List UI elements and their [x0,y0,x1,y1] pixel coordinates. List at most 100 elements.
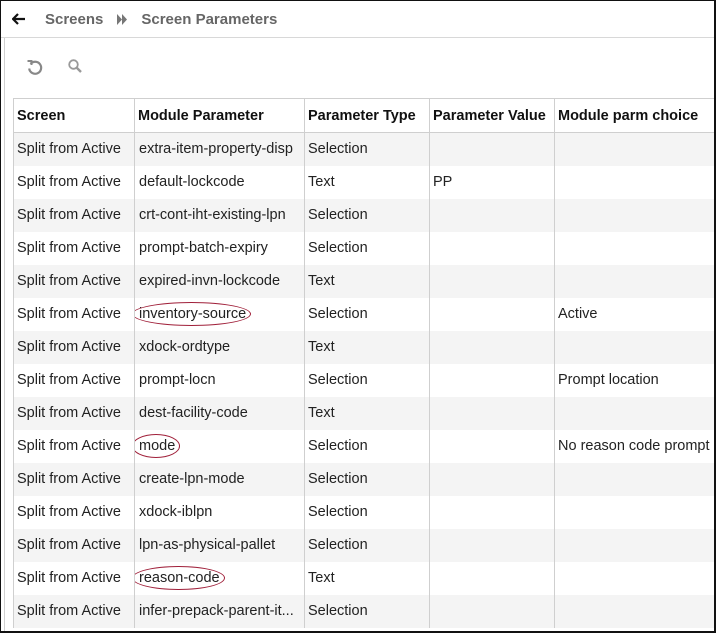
table-row[interactable]: Split from Active xdock-ordtype Text [13,330,714,364]
cell-module-parameter: default-lockcode [134,165,305,199]
arrow-left-icon[interactable] [11,11,27,27]
cell-module-parm-choice [554,165,714,199]
table-row[interactable]: Split from Active infer-prepack-parent-it… [13,594,714,628]
table-row[interactable]: Split from Active reason-code Text [13,561,714,595]
cell-module-parm-choice: Active [554,297,714,331]
cell-module-parameter: create-lpn-mode [134,462,305,496]
cell-parameter-value [429,561,555,595]
parameter-name: infer-prepack-parent-it... [139,603,294,619]
column-header-parameter-value[interactable]: Parameter Value [429,98,555,133]
cell-module-parm-choice: Prompt location [554,363,714,397]
table-row[interactable]: Split from Active dest-facility-code Text [13,396,714,430]
table-row[interactable]: Split from Active lpn-as-physical-pallet S… [13,528,714,562]
parameter-name: prompt-locn [139,372,216,388]
cell-module-parm-choice [554,561,714,595]
cell-module-parm-choice [554,396,714,430]
cell-module-parameter: crt-cont-iht-existing-lpn [134,198,305,232]
table-row[interactable]: Split from Active extra-item-property-dis… [13,132,714,166]
breadcrumb-screens[interactable]: Screens [45,11,103,28]
cell-module-parm-choice [554,462,714,496]
cell-parameter-value [429,231,555,265]
cell-module-parm-choice [554,132,714,166]
cell-parameter-value [429,396,555,430]
annotated-parameter-name: reason-code [135,566,225,590]
parameter-name: xdock-ordtype [139,339,231,355]
column-header-parameter-type[interactable]: Parameter Type [304,98,430,133]
cell-parameter-type: Text [304,330,430,364]
cell-screen: Split from Active [13,264,135,298]
table-row[interactable]: Split from Active create-lpn-mode Selectio… [13,462,714,496]
cell-parameter-type: Text [304,264,430,298]
cell-screen: Split from Active [13,528,135,562]
parameter-name: xdock-iblpn [139,504,213,520]
cell-screen: Split from Active [13,198,135,232]
cell-parameter-value [429,198,555,232]
cell-parameter-value [429,429,555,463]
cell-module-parameter: extra-item-property-disp [134,132,305,166]
cell-module-parameter: expired-invn-lockcode [134,264,305,298]
refresh-icon[interactable] [24,56,46,78]
table-row[interactable]: Split from Active prompt-batch-expiry Sele… [13,231,714,265]
parameter-name: lpn-as-physical-pallet [139,537,276,553]
cell-screen: Split from Active [13,165,135,199]
cell-screen: Split from Active [13,132,135,166]
cell-module-parameter: prompt-batch-expiry [134,231,305,265]
cell-parameter-type: Selection [304,495,430,529]
column-header-module-parm-choice[interactable]: Module parm choice [554,98,714,133]
cell-parameter-type: Selection [304,528,430,562]
cell-module-parameter: infer-prepack-parent-it... [134,594,305,628]
header-bar: Screens Screen Parameters [1,1,714,38]
table-row[interactable]: Split from Active default-lockcode Text PP [13,165,714,199]
cell-parameter-type: Selection [304,363,430,397]
cell-parameter-type: Text [304,396,430,430]
cell-module-parameter: xdock-ordtype [134,330,305,364]
table-row[interactable]: Split from Active mode Selection No reason … [13,429,714,463]
cell-module-parm-choice [554,594,714,628]
table-row[interactable]: Split from Active xdock-iblpn Selection [13,495,714,529]
cell-module-parameter: prompt-locn [134,363,305,397]
cell-screen: Split from Active [13,297,135,331]
toolbar [5,38,714,96]
column-header-module-parameter[interactable]: Module Parameter [134,98,305,133]
table-body: Split from Active extra-item-property-dis… [13,132,714,628]
app-window: Screens Screen Parameters Screen Module … [0,0,716,633]
column-header-screen[interactable]: Screen [13,98,135,133]
table-header-row: Screen Module Parameter Parameter Type P… [13,98,714,133]
cell-screen: Split from Active [13,363,135,397]
cell-module-parameter: mode [134,429,305,463]
parameter-name: create-lpn-mode [139,471,245,487]
parameter-name: extra-item-property-disp [139,141,293,158]
table-row[interactable]: Split from Active crt-cont-iht-existing-l… [13,198,714,232]
cell-module-parm-choice: No reason code prompt [554,429,714,463]
annotated-parameter-name: mode [135,434,181,458]
parameter-name: prompt-batch-expiry [139,240,268,256]
cell-parameter-value [429,297,555,331]
double-chevron-right-icon [117,13,128,25]
cell-screen: Split from Active [13,330,135,364]
cell-module-parm-choice [554,198,714,232]
parameter-name: dest-facility-code [139,405,248,421]
cell-parameter-type: Selection [304,132,430,166]
parameter-name: crt-cont-iht-existing-lpn [139,207,286,223]
cell-screen: Split from Active [13,231,135,265]
search-icon[interactable] [65,56,87,78]
cell-screen: Split from Active [13,429,135,463]
cell-module-parameter: lpn-as-physical-pallet [134,528,305,562]
cell-module-parm-choice [554,330,714,364]
cell-parameter-type: Text [304,561,430,595]
cell-module-parm-choice [554,495,714,529]
table-row[interactable]: Split from Active prompt-locn Selection Pro… [13,363,714,397]
cell-screen: Split from Active [13,462,135,496]
cell-parameter-value [429,495,555,529]
cell-module-parameter: inventory-source [134,297,305,331]
table-row[interactable]: Split from Active inventory-source Selecti… [13,297,714,331]
cell-parameter-value [429,132,555,166]
parameter-name: expired-invn-lockcode [139,273,281,289]
table-row[interactable]: Split from Active expired-invn-lockcode Te… [13,264,714,298]
cell-module-parm-choice [554,264,714,298]
cell-parameter-type: Selection [304,198,430,232]
cell-screen: Split from Active [13,594,135,628]
annotated-parameter-name: inventory-source [135,302,252,326]
cell-module-parameter: dest-facility-code [134,396,305,430]
cell-parameter-value [429,330,555,364]
